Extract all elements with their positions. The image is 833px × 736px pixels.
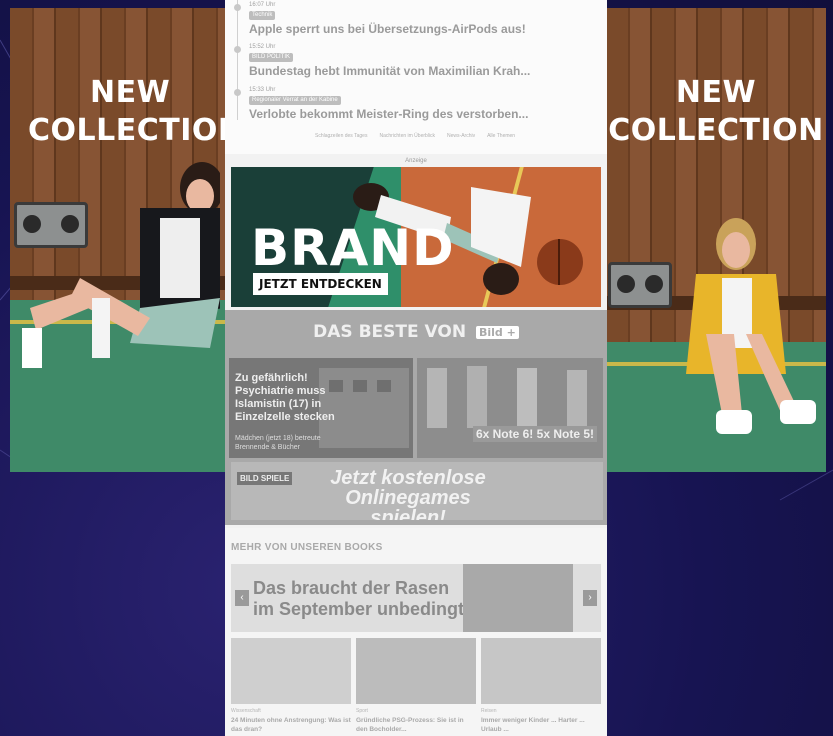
article-kicker: Reisen [481, 708, 497, 714]
books-banner[interactable]: Das braucht der Rasen im September unbed… [231, 564, 601, 632]
left-fashion-ad[interactable]: NEW COLLECTION [10, 8, 228, 472]
article-card[interactable]: Sport Gründliche PSG-Prozess: Sie ist in… [356, 638, 476, 736]
best-of-section: DAS BESTE VON Bild + Zu gefährlich! Psyc… [225, 310, 607, 525]
news-time: 15:52 Uhr [249, 44, 276, 50]
footer-link[interactable]: News-Archiv [447, 133, 475, 139]
timeline-dot [234, 89, 241, 96]
books-section: MEHR VON UNSEREN BOOKS Das braucht der R… [225, 528, 607, 736]
games-text-line2: Onlinegames spielen! [345, 487, 471, 520]
teaser-tile[interactable]: Zu gefährlich! Psychiatrie muss Islamist… [229, 358, 413, 458]
article-kicker: Sport [356, 708, 368, 714]
model-figure [22, 162, 220, 368]
headline-line2: COLLECTION [28, 113, 228, 148]
timeline-dot [234, 46, 241, 53]
article-thumbnail [231, 638, 351, 704]
article-card[interactable]: Wissenschaft 24 Minuten ohne Anstrengung… [231, 638, 351, 736]
timeline-dot [234, 4, 241, 11]
discover-button[interactable]: JETZT ENTDECKEN [253, 273, 388, 295]
headline-line2: COLLECTION [608, 113, 824, 148]
model-figure [686, 218, 816, 434]
teaser-headline: 6x Note 6! 5x Note 5! [472, 426, 597, 442]
news-tag: Regionaler Verrat an der Kabine [249, 96, 341, 105]
footer-link[interactable]: Nachrichten im Überblick [379, 133, 435, 139]
news-footer-links: Schlagzeilen des Tages Nachrichten im Üb… [315, 133, 515, 139]
article-kicker: Wissenschaft [231, 708, 261, 714]
news-title[interactable]: Apple sperrt uns bei Übersetzungs-AirPod… [249, 22, 526, 36]
banner-headline: Das braucht der Rasen im September unbed… [253, 578, 465, 619]
ad-headline: NEW COLLECTION [28, 74, 228, 150]
headline-line1: NEW [90, 75, 171, 110]
timeline-line [237, 0, 238, 120]
heading-text: DAS BESTE VON [313, 322, 467, 342]
bild-spiele-badge: BILD SPIELE [237, 472, 293, 485]
basketball-icon [537, 239, 583, 285]
teaser-tile[interactable]: 6x Note 6! 5x Note 5! [417, 358, 603, 458]
headline-line1: NEW [675, 75, 757, 110]
teaser-subline: Mädchen (jetzt 18) betreute Brennende & … [235, 435, 321, 451]
section-heading: DAS BESTE VON Bild + [225, 322, 607, 342]
football-players-photo [427, 366, 587, 428]
section-heading: MEHR VON UNSEREN BOOKS [231, 542, 383, 553]
games-text-line1: Jetzt kostenlose [330, 467, 486, 489]
footer-link[interactable]: Alle Themen [487, 133, 515, 139]
article-title: 24 Minuten ohne Anstrengung: Was ist das… [231, 717, 351, 733]
lawn-photo [463, 564, 573, 632]
ad-headline: NEW COLLECTION [606, 74, 826, 150]
right-fashion-ad[interactable]: NEW COLLECTION [606, 8, 826, 472]
prev-arrow-icon[interactable]: ‹ [235, 590, 249, 606]
news-tag: BILD POLITIK [249, 53, 294, 62]
article-title: Gründliche PSG-Prozess: Sie ist in den B… [356, 717, 464, 733]
news-time: 16:07 Uhr [249, 2, 276, 8]
games-text: Jetzt kostenlose Onlinegames spielen! [313, 468, 503, 520]
ad-label: Anzeige [405, 158, 427, 164]
brand-ad-banner[interactable]: BRAND JETZT ENTDECKEN [231, 167, 601, 307]
footer-link[interactable]: Schlagzeilen des Tages [315, 133, 367, 139]
news-tag: Technik [249, 11, 276, 20]
teaser-headline: Zu gefährlich! Psychiatrie muss Islamist… [235, 372, 335, 423]
article-title: Immer weniger Kinder ... Harter ... Urla… [481, 717, 585, 733]
news-time: 15:33 Uhr [249, 87, 276, 93]
article-thumbnail [356, 638, 476, 704]
bild-plus-logo: Bild + [475, 325, 519, 339]
online-games-banner[interactable]: BILD SPIELE Jetzt kostenlose Onlinegames… [231, 462, 603, 520]
news-title[interactable]: Bundestag hebt Immunität von Maximilian … [249, 64, 530, 78]
content-column: 16:07 Uhr Technik Apple sperrt uns bei Ü… [225, 0, 607, 736]
next-arrow-icon[interactable]: › [583, 590, 597, 606]
news-ticker: 16:07 Uhr Technik Apple sperrt uns bei Ü… [225, 0, 607, 154]
article-card[interactable]: Reisen Immer weniger Kinder ... Harter .… [481, 638, 601, 736]
news-title[interactable]: Verlobte bekommt Meister-Ring des versto… [249, 107, 528, 121]
article-thumbnail [481, 638, 601, 704]
brand-wordmark: BRAND [251, 219, 455, 277]
